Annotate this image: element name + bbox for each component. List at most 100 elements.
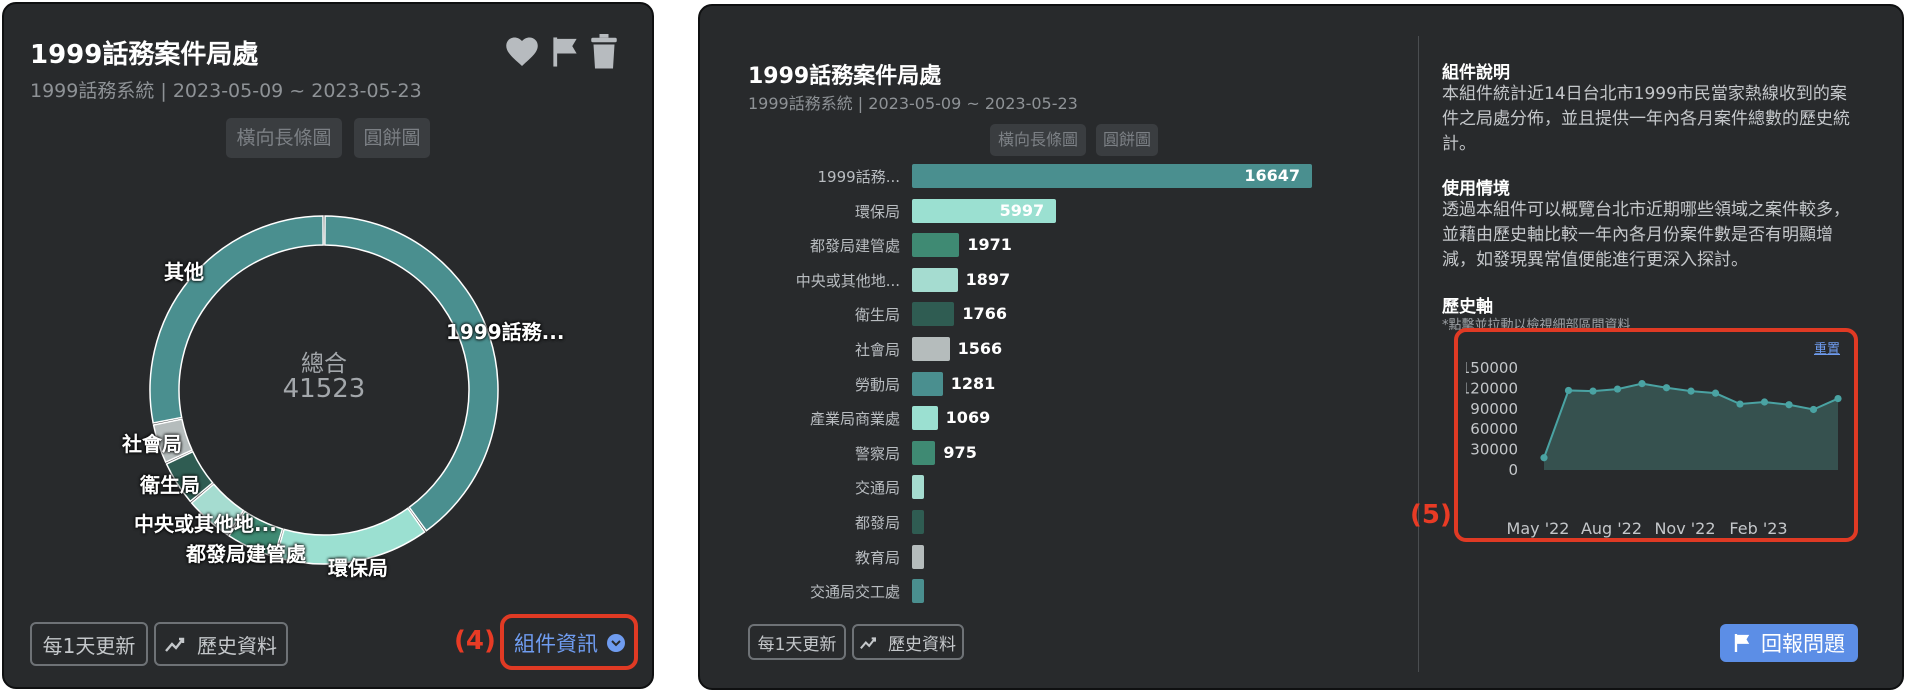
y-tick-label: 90000 <box>1470 400 1518 418</box>
x-tick-label: May '22 <box>1507 519 1570 538</box>
history-data-label: 歷史資料 <box>197 633 277 658</box>
bar-row[interactable]: 交通局 <box>740 475 1340 501</box>
history-data-button[interactable]: 歷史資料 <box>852 624 964 660</box>
bar[interactable] <box>912 406 938 431</box>
bar[interactable] <box>912 579 924 604</box>
bar-row[interactable]: 中央或其他地... 1897 <box>740 267 1340 294</box>
x-tick-label: Aug '22 <box>1581 519 1642 538</box>
usage-title: 使用情境 <box>1442 179 1510 199</box>
donut-label-urban: 都發局建管處 <box>186 542 306 566</box>
widget-info-button[interactable]: 組件資訊 <box>514 628 626 658</box>
history-data-button[interactable]: 歷史資料 <box>154 622 288 666</box>
bar[interactable] <box>912 337 950 361</box>
y-tick-label: 150000 <box>1466 359 1518 377</box>
bar-value-label: 1971 <box>967 235 1012 255</box>
data-point[interactable] <box>1736 400 1744 408</box>
widget-title: 1999話務案件局處 <box>30 40 259 70</box>
data-point[interactable] <box>1638 380 1646 388</box>
donut-label-other: 其他 <box>164 260 204 284</box>
area-fill <box>1544 383 1838 470</box>
tab-pie-chart[interactable]: 圓餅圖 <box>354 118 430 158</box>
donut-center-label: 總合 <box>301 351 347 377</box>
data-point[interactable] <box>1785 401 1793 409</box>
update-frequency-button[interactable]: 每1天更新 <box>30 622 148 666</box>
flag-icon <box>1734 634 1750 652</box>
data-point[interactable] <box>1613 385 1622 393</box>
bar-category-label: 教育局 <box>854 548 900 567</box>
description-title: 組件說明 <box>1442 63 1510 83</box>
bar-category-label: 都發局 <box>854 514 900 532</box>
bar-category-label: 衛生局 <box>854 306 900 325</box>
data-point[interactable] <box>1540 454 1548 462</box>
bar-category-label: 1999話務... <box>817 168 900 186</box>
bar-row[interactable]: 環保局 5997 <box>740 198 1340 225</box>
x-tick-label: Nov '22 <box>1654 519 1715 538</box>
reset-zoom-link[interactable]: 重置 <box>1814 338 1840 357</box>
trash-icon[interactable] <box>590 34 618 70</box>
history-data-label: 歷史資料 <box>888 634 956 655</box>
donut-label-health: 衛生局 <box>140 473 200 497</box>
bar-value-label: 1281 <box>950 373 996 393</box>
widget-title: 1999話務案件局處 <box>748 64 942 89</box>
data-point[interactable] <box>1834 395 1842 403</box>
bar-value-label: 1897 <box>965 269 1011 289</box>
bar[interactable] <box>912 544 924 569</box>
donut-label-social: 社會局 <box>122 432 182 456</box>
widget-subtitle: 1999話務系統 | 2023-05-09 ~ 2023-05-23 <box>30 80 422 102</box>
donut-center-value: 41523 <box>282 374 366 404</box>
bar-row[interactable]: 衛生局 1766 <box>740 302 1340 328</box>
bar-category-label: 勞動局 <box>854 375 900 394</box>
bar[interactable] <box>912 475 924 500</box>
bar-row[interactable]: 社會局 1566 <box>740 337 1340 363</box>
bar[interactable] <box>912 267 958 292</box>
tab-pie-chart[interactable]: 圓餅圖 <box>1096 124 1158 156</box>
update-frequency-label: 每1天更新 <box>42 633 136 658</box>
widget-card-detail: 1999話務案件局處 1999話務系統 | 2023-05-09 ~ 2023-… <box>698 4 1904 690</box>
donut-label-1999: 1999話務... <box>446 320 565 344</box>
bar-value-label: 975 <box>943 442 977 462</box>
bar[interactable] <box>912 440 936 465</box>
bar-value-label: 1069 <box>945 408 991 428</box>
data-point[interactable] <box>1589 387 1597 395</box>
history-area-chart[interactable]: 150000 120000 90000 60000 30000 0 May '22 Aug '… <box>1466 356 1846 538</box>
heart-icon[interactable] <box>504 34 540 68</box>
panel-divider <box>1418 36 1419 672</box>
y-tick-label: 30000 <box>1470 441 1518 459</box>
data-point[interactable] <box>1711 389 1720 397</box>
tab-horizontal-bar[interactable]: 橫向長條圖 <box>226 118 342 158</box>
widget-card-pie: 1999話務案件局處 1999話務系統 | 2023-05-09 ~ 2023-… <box>2 2 654 689</box>
bar[interactable] <box>912 233 960 258</box>
horizontal-bar-chart: 1999話務... 16647 環保局 5997 都發局建管處 1971 中央或其他地...… <box>740 164 1360 614</box>
data-point[interactable] <box>1687 387 1695 395</box>
y-tick-label: 120000 <box>1466 379 1518 397</box>
data-point[interactable] <box>1809 405 1818 414</box>
annotation-4: (4) <box>454 626 496 656</box>
update-frequency-button[interactable]: 每1天更新 <box>748 624 846 660</box>
bar-row[interactable]: 警察局 975 <box>740 440 1340 467</box>
trend-icon <box>860 636 876 649</box>
flag-icon[interactable] <box>550 36 580 68</box>
bar[interactable] <box>912 302 955 327</box>
data-point[interactable] <box>1760 398 1769 406</box>
bar-category-label: 都發局建管處 <box>809 237 900 256</box>
description-text: 本組件統計近14日台北市1999市民當家熱線收到的案件之局處分佈，並且提供一年內… <box>1442 84 1850 154</box>
bar-row[interactable]: 勞動局 1281 <box>740 371 1340 398</box>
data-point[interactable] <box>1662 384 1671 392</box>
report-issue-button[interactable]: 回報問題 <box>1720 624 1858 662</box>
bar-row[interactable]: 都發局 <box>740 510 1340 536</box>
update-frequency-label: 每1天更新 <box>757 634 837 655</box>
bar-value-label: 1566 <box>957 339 1003 358</box>
bar-row[interactable]: 交通局交工處 <box>740 579 1340 605</box>
bar-row[interactable]: 都發局建管處 1971 <box>740 233 1340 259</box>
bar-row[interactable]: 產業局商業處 1069 <box>740 406 1340 432</box>
bar-category-label: 社會局 <box>854 341 900 359</box>
bar-category-label: 中央或其他地... <box>795 271 900 290</box>
report-issue-label: 回報問題 <box>1761 632 1845 656</box>
bar-row[interactable]: 1999話務... 16647 <box>740 164 1340 190</box>
bar[interactable] <box>912 510 924 534</box>
data-point[interactable] <box>1564 386 1573 395</box>
bar-row[interactable]: 教育局 <box>740 544 1340 571</box>
tab-horizontal-bar[interactable]: 橫向長條圖 <box>990 124 1086 156</box>
bar[interactable] <box>912 371 943 396</box>
bar-category-label: 警察局 <box>854 444 900 463</box>
